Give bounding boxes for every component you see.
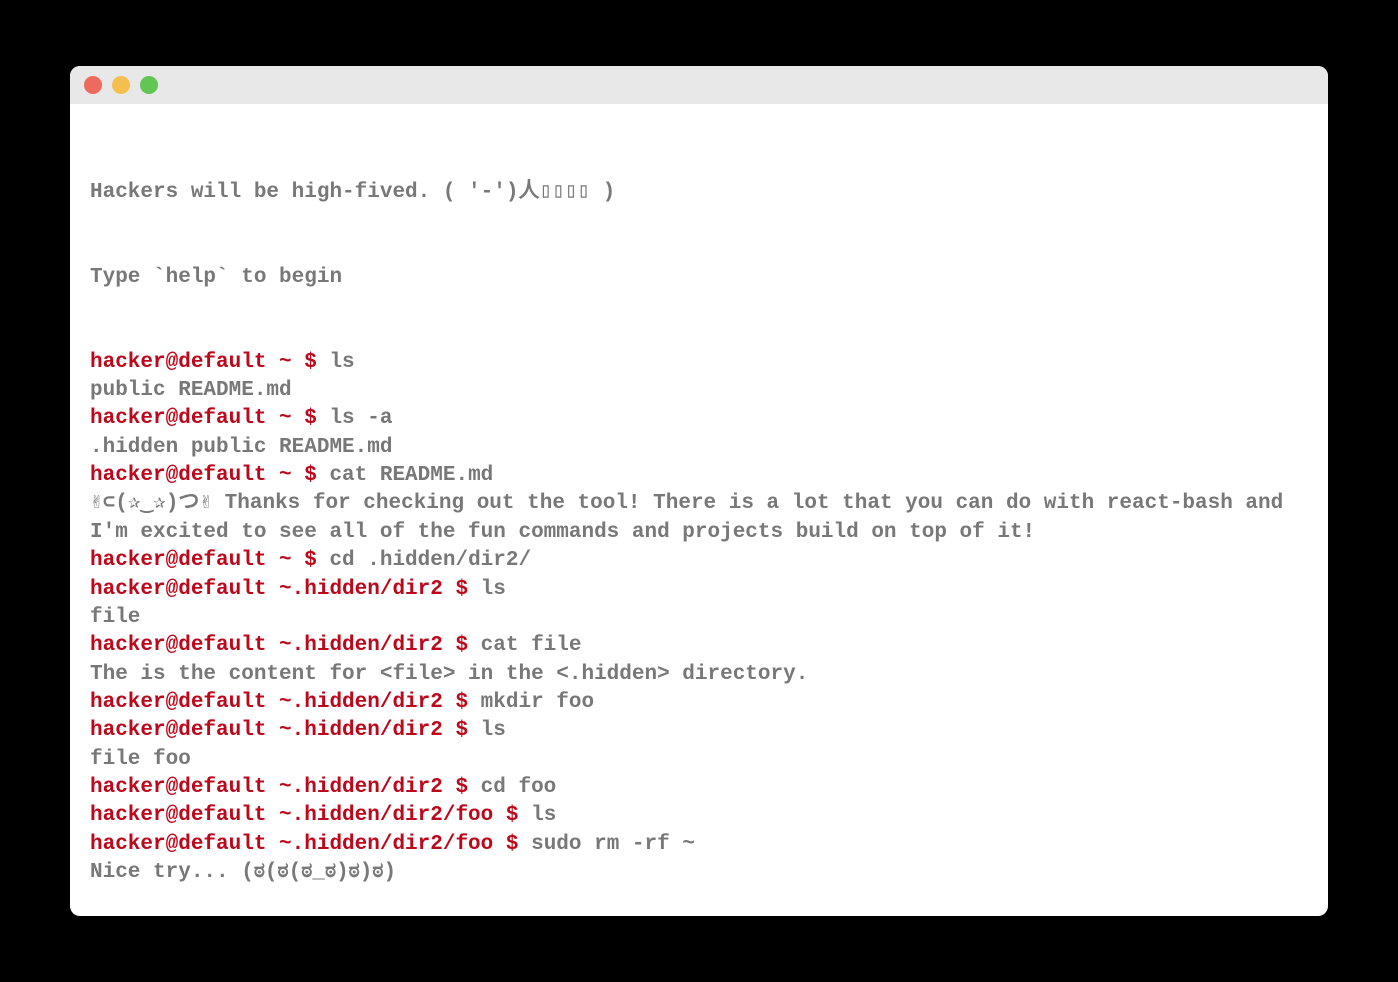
output-line: The is the content for <file> in the <.h… xyxy=(90,661,1308,689)
command-line: hacker@default ~.hidden/dir2 $ ls xyxy=(90,717,1308,745)
prompt: hacker@default ~.hidden/dir2/foo $ xyxy=(90,833,518,856)
titlebar xyxy=(70,66,1328,104)
terminal-history: hacker@default ~ $ lspublic README.mdhac… xyxy=(90,349,1308,888)
command-line: hacker@default ~ $ ls -a xyxy=(90,405,1308,433)
output-line: Nice try... (ಠ(ಠ(ಠ_ಠ)ಠ)ಠ) xyxy=(90,859,1308,887)
prompt: hacker@default ~ $ xyxy=(90,407,317,430)
command-text: ls xyxy=(317,351,355,374)
prompt: hacker@default ~.hidden/dir2 $ xyxy=(90,691,468,714)
prompt: hacker@default ~ $ xyxy=(90,351,317,374)
command-line: hacker@default ~ $ cd .hidden/dir2/ xyxy=(90,547,1308,575)
maximize-icon[interactable] xyxy=(140,76,158,94)
banner-line-1: Hackers will be high-fived. ( '-')人▯▯▯▯ … xyxy=(90,179,1308,207)
prompt: hacker@default ~.hidden/dir2 $ xyxy=(90,634,468,657)
output-line: file foo xyxy=(90,746,1308,774)
command-text: cat README.md xyxy=(317,464,493,487)
command-text: cd foo xyxy=(468,776,556,799)
command-line: hacker@default ~.hidden/dir2/foo $ ls xyxy=(90,802,1308,830)
prompt: hacker@default ~.hidden/dir2 $ xyxy=(90,578,468,601)
command-text: ls xyxy=(468,578,506,601)
command-line: hacker@default ~.hidden/dir2 $ ls xyxy=(90,576,1308,604)
prompt: hacker@default ~ $ xyxy=(90,549,317,572)
terminal-body[interactable]: Hackers will be high-fived. ( '-')人▯▯▯▯ … xyxy=(70,104,1328,916)
command-text: ls -a xyxy=(317,407,393,430)
close-icon[interactable] xyxy=(84,76,102,94)
command-line: hacker@default ~.hidden/dir2 $ mkdir foo xyxy=(90,689,1308,717)
minimize-icon[interactable] xyxy=(112,76,130,94)
command-line: hacker@default ~ $ cat README.md xyxy=(90,462,1308,490)
prompt: hacker@default ~ $ xyxy=(90,464,317,487)
command-text: cat file xyxy=(468,634,581,657)
terminal-window: Hackers will be high-fived. ( '-')人▯▯▯▯ … xyxy=(70,66,1328,916)
command-text: mkdir foo xyxy=(468,691,594,714)
banner-line-2: Type `help` to begin xyxy=(90,264,1308,292)
prompt: hacker@default ~.hidden/dir2/foo $ xyxy=(90,804,518,827)
command-text: ls xyxy=(468,719,506,742)
command-text: ls xyxy=(518,804,556,827)
command-text: sudo rm -rf ~ xyxy=(518,833,694,856)
output-line: .hidden public README.md xyxy=(90,434,1308,462)
prompt: hacker@default ~.hidden/dir2 $ xyxy=(90,719,468,742)
prompt: hacker@default ~.hidden/dir2 $ xyxy=(90,776,468,799)
command-line: hacker@default ~ $ ls xyxy=(90,349,1308,377)
output-line: ✌⊂(✰‿✰)つ✌ Thanks for checking out the to… xyxy=(90,490,1308,547)
command-text: cd .hidden/dir2/ xyxy=(317,549,531,572)
command-line: hacker@default ~.hidden/dir2/foo $ sudo … xyxy=(90,831,1308,859)
output-line: file xyxy=(90,604,1308,632)
command-line: hacker@default ~.hidden/dir2 $ cat file xyxy=(90,632,1308,660)
command-line: hacker@default ~.hidden/dir2 $ cd foo xyxy=(90,774,1308,802)
output-line: public README.md xyxy=(90,377,1308,405)
